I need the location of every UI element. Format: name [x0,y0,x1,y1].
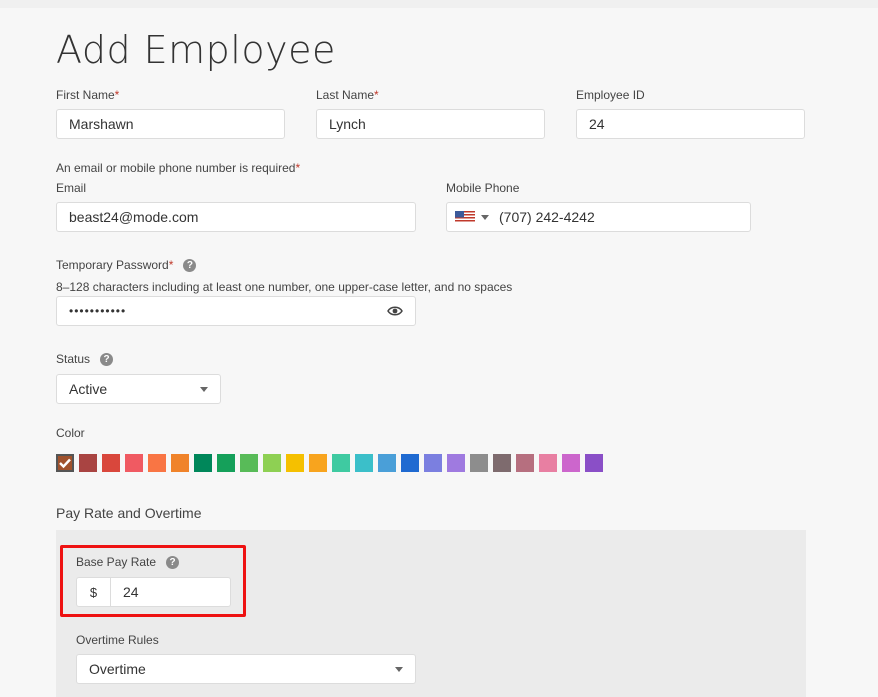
employee-id-input[interactable]: 24 [576,109,805,139]
status-label: Status? [56,352,114,366]
overtime-rules-select[interactable]: Overtime [76,654,416,684]
color-swatch[interactable] [493,454,511,472]
color-swatch[interactable] [263,454,281,472]
country-selector[interactable] [455,211,489,223]
first-name-input[interactable]: Marshawn [56,109,285,139]
last-name-label: Last Name* [316,88,379,102]
color-swatch[interactable] [585,454,603,472]
color-swatch[interactable] [125,454,143,472]
chevron-down-icon [395,666,403,672]
color-swatch[interactable] [332,454,350,472]
color-swatch[interactable] [447,454,465,472]
contact-required-note: An email or mobile phone number is requi… [56,161,301,175]
color-swatch[interactable] [240,454,258,472]
help-icon[interactable]: ? [183,258,197,272]
us-flag-icon [455,211,475,223]
last-name-input[interactable]: Lynch [316,109,545,139]
color-swatch[interactable] [516,454,534,472]
color-swatch[interactable] [562,454,580,472]
color-swatch[interactable] [148,454,166,472]
email-input[interactable]: beast24@mode.com [56,202,416,232]
email-label: Email [56,181,87,195]
checkmark-icon [59,458,71,469]
employee-id-label: Employee ID [576,88,645,102]
top-strip [0,0,878,8]
color-swatch[interactable] [470,454,488,472]
color-label: Color [56,426,85,440]
help-icon[interactable]: ? [100,352,114,366]
chevron-down-icon [200,386,208,392]
first-name-label: First Name* [56,88,120,102]
mobile-phone-input[interactable]: (707) 242-4242 [446,202,751,232]
eye-icon[interactable] [387,305,403,317]
highlight-box [60,545,246,617]
overtime-rules-label: Overtime Rules [76,633,159,647]
color-swatch[interactable] [79,454,97,472]
page-title: Add Employee [56,28,336,72]
color-swatch[interactable] [378,454,396,472]
color-swatch[interactable] [309,454,327,472]
chevron-down-icon [481,214,489,220]
color-swatch[interactable] [102,454,120,472]
status-select[interactable]: Active [56,374,221,404]
color-swatch[interactable] [424,454,442,472]
color-swatch[interactable] [355,454,373,472]
password-input[interactable]: ••••••••••• [56,296,416,326]
pay-rate-section-title: Pay Rate and Overtime [56,505,202,521]
password-label: Temporary Password *? [56,258,197,272]
password-hint: 8–128 characters including at least one … [56,280,513,294]
color-swatch[interactable] [194,454,212,472]
color-swatch[interactable] [401,454,419,472]
color-swatch[interactable] [286,454,304,472]
color-swatch[interactable] [217,454,235,472]
color-swatch[interactable] [171,454,189,472]
mobile-phone-label: Mobile Phone [446,181,520,195]
color-swatch[interactable] [56,454,74,472]
color-swatch[interactable] [539,454,557,472]
